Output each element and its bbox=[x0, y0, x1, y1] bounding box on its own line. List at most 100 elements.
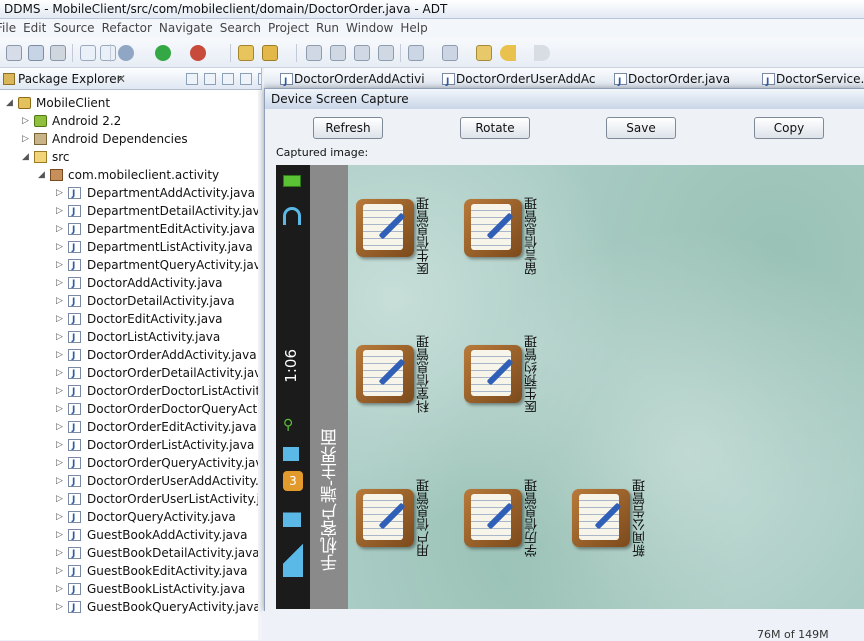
collapse-arrow-icon[interactable]: ▷ bbox=[56, 526, 66, 544]
app-icon-doctor-order[interactable] bbox=[464, 345, 522, 403]
collapse-arrow-icon[interactable]: ▷ bbox=[56, 472, 66, 490]
collapse-arrow-icon[interactable]: ▷ bbox=[56, 598, 66, 616]
app-icon-guestbook[interactable] bbox=[464, 199, 522, 257]
external-tools-icon[interactable] bbox=[190, 45, 206, 61]
package-explorer-tab[interactable]: Package Explorer ✕ bbox=[0, 68, 261, 90]
tree-item[interactable]: ▷ DoctorOrderDetailActivity.java bbox=[0, 364, 261, 383]
tree-item[interactable]: ▷ DoctorOrderAddActivity.java bbox=[0, 346, 258, 365]
next-annotation-icon[interactable] bbox=[408, 45, 424, 61]
tree-scrollbar[interactable] bbox=[258, 90, 262, 640]
menu-refactor[interactable]: Refactor bbox=[102, 19, 159, 38]
show-whitespace-icon[interactable] bbox=[354, 45, 370, 61]
expand-arrow-icon[interactable]: ◢ bbox=[38, 166, 48, 184]
tree-item[interactable]: ▷ DepartmentEditActivity.java bbox=[0, 220, 258, 239]
print-icon[interactable] bbox=[50, 45, 66, 61]
debug-icon[interactable] bbox=[118, 45, 134, 61]
collapse-arrow-icon[interactable]: ▷ bbox=[56, 310, 66, 328]
tree-item[interactable]: ◢ MobileClient bbox=[0, 94, 258, 112]
tree-item[interactable]: ▷ DoctorDetailActivity.java bbox=[0, 292, 258, 311]
tree-item[interactable]: ▷ DoctorOrderQueryActivity.java bbox=[0, 454, 261, 473]
menu-help[interactable]: Help bbox=[400, 19, 434, 38]
collapse-arrow-icon[interactable]: ▷ bbox=[56, 454, 66, 472]
save-icon[interactable] bbox=[28, 45, 44, 61]
search-icon[interactable] bbox=[262, 45, 278, 61]
menu-project[interactable]: Project bbox=[268, 19, 316, 38]
collapse-arrow-icon[interactable]: ▷ bbox=[56, 508, 66, 526]
editor-tab[interactable]: DoctorOrderUserAddAc bbox=[440, 68, 595, 93]
collapse-all-icon[interactable] bbox=[186, 73, 198, 85]
toggle-mark-icon[interactable] bbox=[306, 45, 322, 61]
tree-item[interactable]: ▷ DepartmentAddActivity.java bbox=[0, 184, 258, 203]
forward-arrow-icon[interactable] bbox=[534, 45, 550, 61]
tree-item[interactable]: ▷ DoctorOrderListActivity.java bbox=[0, 436, 258, 455]
app-icon-department[interactable] bbox=[356, 345, 414, 403]
collapse-arrow-icon[interactable]: ▷ bbox=[56, 238, 66, 256]
tree-item[interactable]: ▷ GuestBookEditActivity.java bbox=[0, 562, 258, 581]
collapse-arrow-icon[interactable]: ▷ bbox=[56, 274, 66, 292]
collapse-arrow-icon[interactable]: ▷ bbox=[22, 112, 32, 130]
view-menu-icon[interactable] bbox=[222, 73, 234, 85]
pilcrow-icon[interactable] bbox=[378, 45, 394, 61]
app-icon-education[interactable] bbox=[464, 489, 522, 547]
back-arrow-icon[interactable] bbox=[500, 45, 516, 61]
tree-item[interactable]: ▷ GuestBookAddActivity.java bbox=[0, 526, 258, 545]
tree-item[interactable]: ▷ DoctorOrderUserAddActivity.jav bbox=[0, 472, 261, 491]
menu-window[interactable]: Window bbox=[346, 19, 400, 38]
block-selection-icon[interactable] bbox=[330, 45, 346, 61]
copy-button[interactable]: Copy bbox=[754, 117, 824, 139]
run-icon[interactable] bbox=[155, 45, 171, 61]
tree-item[interactable]: ▷ Android 2.2 bbox=[0, 112, 258, 130]
tree-item[interactable]: ▷ DepartmentQueryActivity.java bbox=[0, 256, 261, 275]
collapse-arrow-icon[interactable]: ▷ bbox=[56, 346, 66, 364]
collapse-arrow-icon[interactable]: ▷ bbox=[56, 580, 66, 598]
editor-tab[interactable]: DoctorOrderAddActivi bbox=[278, 68, 425, 93]
save-button[interactable]: Save bbox=[606, 117, 676, 139]
open-type-icon[interactable] bbox=[238, 45, 254, 61]
collapse-arrow-icon[interactable]: ▷ bbox=[56, 184, 66, 202]
tree-item[interactable]: ▷ DoctorOrderEditActivity.java bbox=[0, 418, 258, 437]
collapse-arrow-icon[interactable]: ▷ bbox=[56, 328, 66, 346]
menu-navigate[interactable]: Navigate bbox=[159, 19, 220, 38]
menu-edit[interactable]: Edit bbox=[23, 19, 53, 38]
menu-search[interactable]: Search bbox=[220, 19, 268, 38]
previous-annotation-icon[interactable] bbox=[442, 45, 458, 61]
tree-item[interactable]: ◢ src bbox=[0, 148, 258, 166]
minimize-icon[interactable] bbox=[240, 73, 252, 85]
dialog-title-bar[interactable]: Device Screen Capture bbox=[265, 89, 864, 109]
android-sdk-icon[interactable] bbox=[80, 45, 96, 61]
last-edit-icon[interactable] bbox=[476, 45, 492, 61]
tree-item[interactable]: ▷ DoctorAddActivity.java bbox=[0, 274, 258, 293]
collapse-arrow-icon[interactable]: ▷ bbox=[56, 418, 66, 436]
app-icon-doctor[interactable] bbox=[356, 199, 414, 257]
tree-item[interactable]: ▷ DepartmentDetailActivity.java bbox=[0, 202, 261, 221]
menu-run[interactable]: Run bbox=[316, 19, 346, 38]
tree-item[interactable]: ▷ GuestBookDetailActivity.java bbox=[0, 544, 260, 563]
collapse-arrow-icon[interactable]: ▷ bbox=[56, 562, 66, 580]
collapse-arrow-icon[interactable]: ▷ bbox=[56, 256, 66, 274]
tree-item[interactable]: ▷ GuestBookListActivity.java bbox=[0, 580, 258, 599]
collapse-arrow-icon[interactable]: ▷ bbox=[56, 220, 66, 238]
menu-source[interactable]: Source bbox=[53, 19, 101, 38]
tree-item[interactable]: ▷ DoctorOrderDoctorQueryActivit bbox=[0, 400, 261, 419]
new-icon[interactable] bbox=[6, 45, 22, 61]
collapse-arrow-icon[interactable]: ▷ bbox=[56, 436, 66, 454]
tree-item[interactable]: ▷ DoctorQueryActivity.java bbox=[0, 508, 258, 527]
expand-arrow-icon[interactable]: ◢ bbox=[22, 148, 32, 166]
collapse-arrow-icon[interactable]: ▷ bbox=[56, 364, 66, 382]
tree-item[interactable]: ▷ DoctorOrderDoctorListActivity.ja bbox=[0, 382, 261, 401]
collapse-arrow-icon[interactable]: ▷ bbox=[56, 292, 66, 310]
tree-item[interactable]: ▷ DepartmentListActivity.java bbox=[0, 238, 258, 257]
tree-item[interactable]: ◢ com.mobileclient.activity bbox=[0, 166, 258, 184]
link-with-editor-icon[interactable] bbox=[204, 73, 216, 85]
editor-tab[interactable]: DoctorService.ja bbox=[760, 68, 864, 93]
collapse-arrow-icon[interactable]: ▷ bbox=[56, 400, 66, 418]
maximize-icon[interactable] bbox=[258, 73, 261, 85]
collapse-arrow-icon[interactable]: ▷ bbox=[22, 130, 32, 148]
rotate-button[interactable]: Rotate bbox=[460, 117, 530, 139]
collapse-arrow-icon[interactable]: ▷ bbox=[56, 202, 66, 220]
tree-item[interactable]: ▷ GuestBookQueryActivity.java bbox=[0, 598, 261, 617]
app-icon-news[interactable] bbox=[572, 489, 630, 547]
tree-item[interactable]: ▷ Android Dependencies bbox=[0, 130, 258, 148]
collapse-arrow-icon[interactable]: ▷ bbox=[56, 544, 66, 562]
app-icon-user[interactable] bbox=[356, 489, 414, 547]
